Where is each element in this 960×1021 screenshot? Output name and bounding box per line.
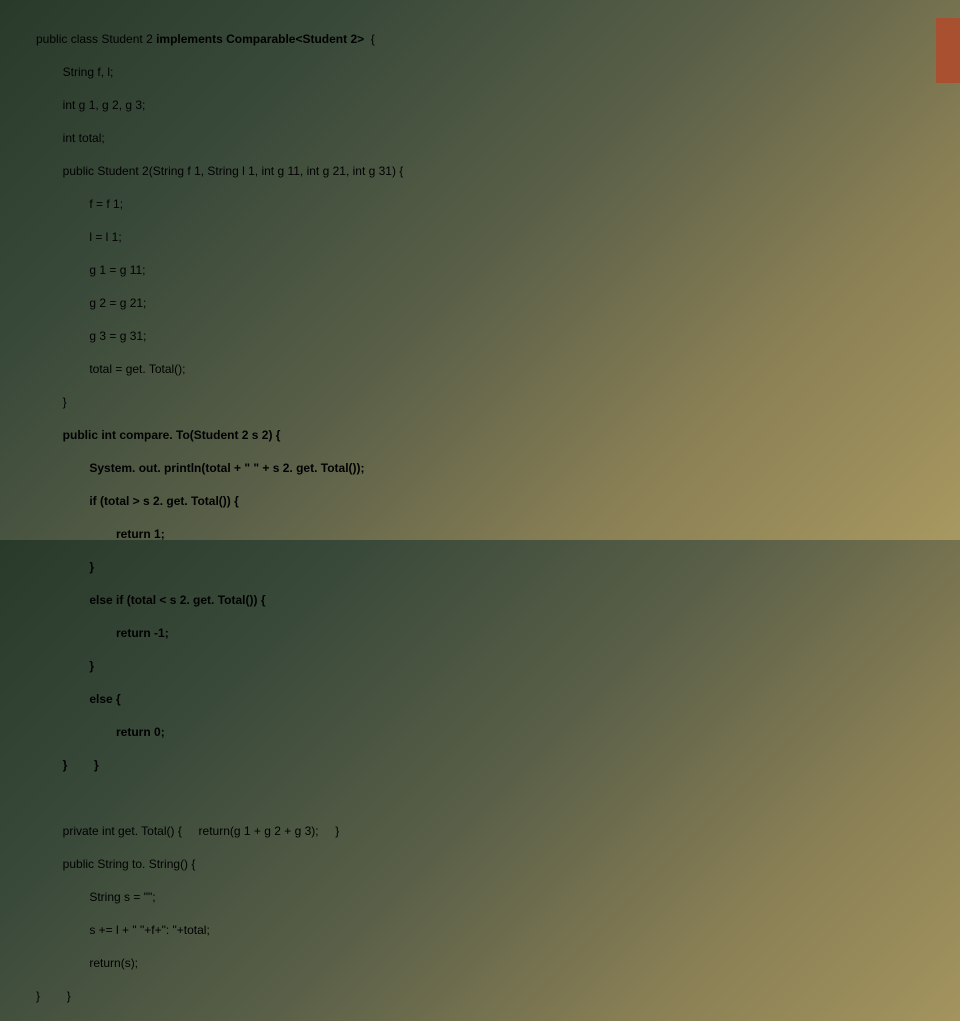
code-line: } <box>36 394 403 411</box>
code-line: String s = ""; <box>36 889 403 906</box>
text: } <box>67 989 71 1003</box>
text-bold: else if (total < s 2. get. Total()) { <box>89 593 265 607</box>
text-bold: System. out. println(total + " " + s 2. … <box>89 461 364 475</box>
code-line: } } <box>36 988 403 1005</box>
text: return(g 1 + g 2 + g 3); <box>199 824 319 838</box>
code-line: else if (total < s 2. get. Total()) { <box>36 592 403 609</box>
text: l = l 1; <box>89 230 121 244</box>
text-bold: else { <box>89 692 120 706</box>
code-line: f = f 1; <box>36 196 403 213</box>
text: private int get. Total() { <box>63 824 182 838</box>
blank-line <box>36 790 403 807</box>
text-bold: } <box>89 659 94 673</box>
text-bold: implements Comparable<Student 2> <box>156 32 367 46</box>
text: } <box>335 824 339 838</box>
code-line: public String to. String() { <box>36 856 403 873</box>
code-block: public class Student 2 implements Compar… <box>36 14 403 1021</box>
text: g 1 = g 11; <box>89 263 145 277</box>
code-line: } } <box>36 757 403 774</box>
text: String f, l; <box>63 65 114 79</box>
text-bold: return 1; <box>116 527 165 541</box>
text: g 2 = g 21; <box>89 296 146 310</box>
text-bold: public int compare. To(Student 2 s 2) { <box>63 428 281 442</box>
text: f = f 1; <box>89 197 123 211</box>
code-line: total = get. Total(); <box>36 361 403 378</box>
code-line: if (total > s 2. get. Total()) { <box>36 493 403 510</box>
code-line: return -1; <box>36 625 403 642</box>
text: String s = ""; <box>89 890 155 904</box>
text: public class Student 2 <box>36 32 156 46</box>
text: return(s); <box>89 956 138 970</box>
code-line: } <box>36 559 403 576</box>
accent-bar <box>936 18 960 83</box>
text: int total; <box>63 131 105 145</box>
text: s += l + " "+f+": "+total; <box>89 923 209 937</box>
text-bold: } <box>89 560 94 574</box>
code-line: g 1 = g 11; <box>36 262 403 279</box>
text: } <box>63 758 68 772</box>
code-line: g 2 = g 21; <box>36 295 403 312</box>
code-line: System. out. println(total + " " + s 2. … <box>36 460 403 477</box>
text: } <box>36 989 40 1003</box>
text-bold: } <box>94 758 99 772</box>
code-line: l = l 1; <box>36 229 403 246</box>
code-line: else { <box>36 691 403 708</box>
code-line: String f, l; <box>36 64 403 81</box>
text: } <box>63 395 67 409</box>
code-line: private int get. Total() { return(g 1 + … <box>36 823 403 840</box>
code-line: return(s); <box>36 955 403 972</box>
code-line: return 0; <box>36 724 403 741</box>
text: g 3 = g 31; <box>89 329 146 343</box>
code-line: public class Student 2 implements Compar… <box>36 31 403 48</box>
text: public Student 2(String f 1, String l 1,… <box>63 164 404 178</box>
code-line: public Student 2(String f 1, String l 1,… <box>36 163 403 180</box>
code-line: s += l + " "+f+": "+total; <box>36 922 403 939</box>
text: total = get. Total(); <box>89 362 185 376</box>
text: { <box>367 32 374 46</box>
code-line: g 3 = g 31; <box>36 328 403 345</box>
text-bold: if (total > s 2. get. Total()) { <box>89 494 238 508</box>
code-line: } <box>36 658 403 675</box>
text: public String to. String() { <box>63 857 196 871</box>
text: int g 1, g 2, g 3; <box>63 98 146 112</box>
text-bold: return -1; <box>116 626 169 640</box>
text-bold: return 0; <box>116 725 165 739</box>
code-line: int total; <box>36 130 403 147</box>
code-line: int g 1, g 2, g 3; <box>36 97 403 114</box>
code-line: public int compare. To(Student 2 s 2) { <box>36 427 403 444</box>
